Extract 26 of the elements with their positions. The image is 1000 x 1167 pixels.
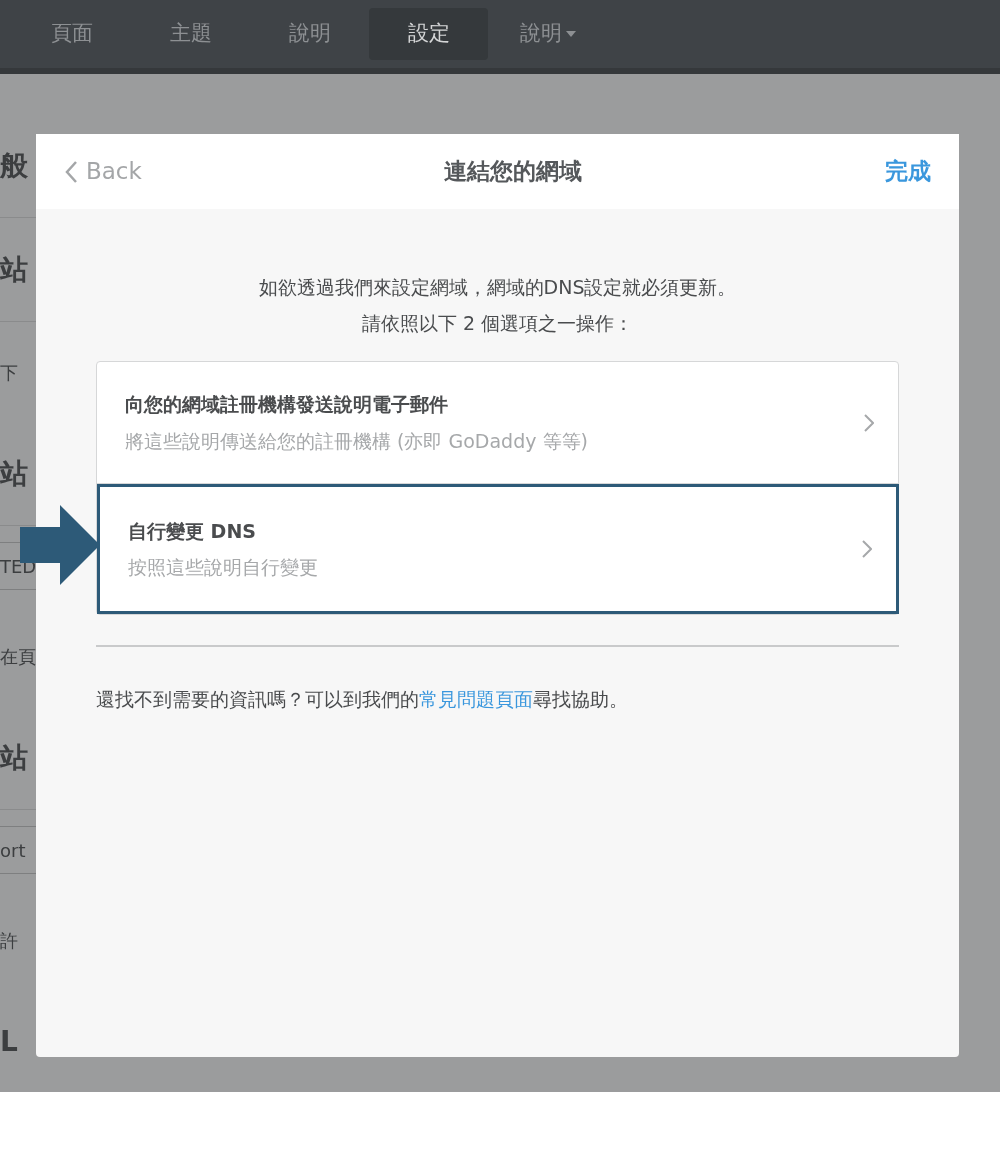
description-text: 在頁	[0, 644, 36, 669]
description-text: 下	[0, 360, 18, 385]
help-text: 還找不到需要的資訊嗎？可以到我們的常見問題頁面尋找協助。	[96, 687, 629, 712]
dialog-title: 連結您的網域	[444, 157, 583, 187]
intro-text: 如欲透過我們來設定網域，網域的DNS設定就必須更新。	[257, 275, 738, 300]
chevron-right-icon	[864, 413, 874, 432]
nav-tab[interactable]: 說明	[250, 8, 369, 60]
intro-text: 請依照以下 2 個選項之一操作：	[360, 311, 635, 336]
nav-tab[interactable]: 說明	[488, 8, 607, 60]
nav-tab[interactable]: 設定	[369, 8, 488, 60]
section-heading: L	[0, 1023, 18, 1060]
chevron-right-icon	[862, 540, 872, 558]
option-subtitle: 將這些說明傳送給您的註冊機構 (亦即 GoDaddy 等等)	[125, 428, 588, 454]
option-row[interactable]: 向您的網域註冊機構發送說明電子郵件 將這些說明傳送給您的註冊機構 (亦即 GoDaddy 等等)	[97, 362, 898, 484]
back-button[interactable]: Back	[64, 154, 142, 189]
option-row[interactable]: 自行變更 DNS 按照這些說明自行變更	[97, 484, 899, 614]
description-text: 許	[0, 928, 18, 953]
nav-tab[interactable]: 頁面	[12, 8, 131, 60]
faq-link[interactable]: 常見問題頁面	[419, 688, 533, 710]
nav-tab[interactable]: 主題	[131, 8, 250, 60]
option-subtitle: 按照這些說明自行變更	[128, 555, 318, 580]
option-title: 向您的網域註冊機構發送說明電子郵件	[125, 392, 449, 417]
chevron-left-icon	[64, 159, 78, 184]
section-heading: 般	[0, 147, 28, 184]
done-button[interactable]: 完成	[885, 154, 931, 189]
option-title: 自行變更 DNS	[128, 518, 257, 544]
